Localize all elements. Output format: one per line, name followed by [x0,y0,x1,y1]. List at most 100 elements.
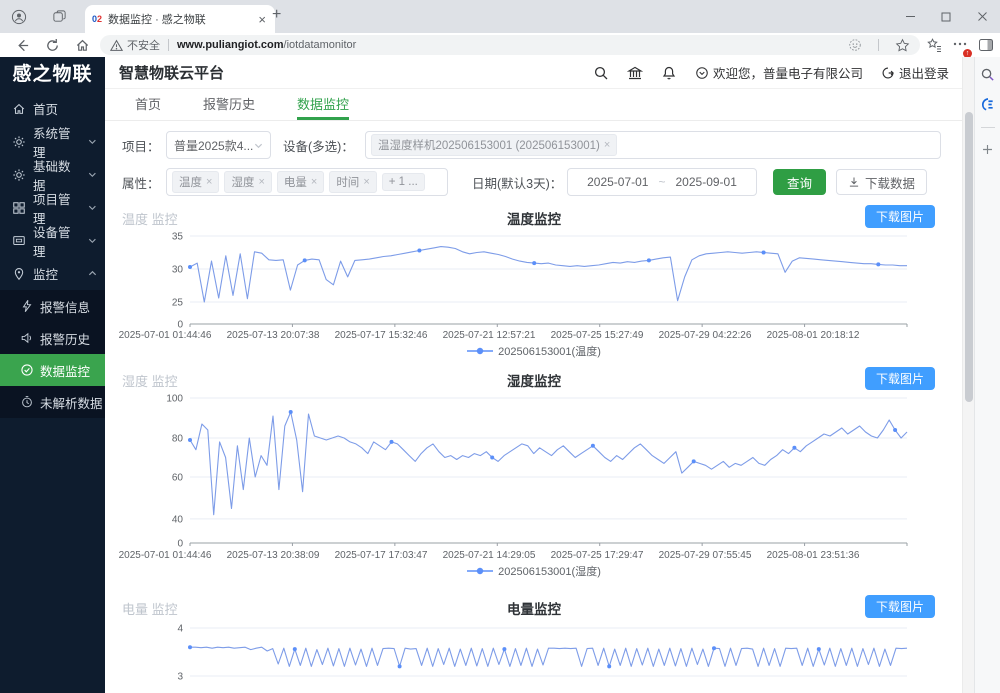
sidebar-item-basic-data[interactable]: 基础数据 [0,158,105,191]
collections-icon[interactable] [926,37,942,53]
x-axis-label: 2025-08-01 23:51:36 [767,550,860,561]
smiley-icon[interactable] [848,38,862,52]
settings-menu-icon[interactable]: ↑ [952,36,968,55]
battery-line-chart: 43 [115,620,960,693]
data-point-marker [607,664,611,668]
favorite-star-icon[interactable] [895,38,910,53]
data-point-marker [762,251,766,255]
rail-app-icon[interactable] [980,97,995,112]
project-label: 项目： [122,136,166,155]
screen: 02 数据监控 · 感之物联 × + 不安全 www.puliangio [0,0,1000,693]
remove-tag-icon[interactable]: × [604,139,610,151]
not-secure-warning[interactable]: 不安全 [110,37,160,53]
logout-button[interactable]: 退出登录 [881,63,949,82]
data-point-marker [893,428,897,432]
sidebar-toggle-icon[interactable] [978,37,994,53]
data-point-marker [532,261,536,265]
refresh-icon[interactable] [42,35,62,55]
sidebar-item-unparsed-data[interactable]: 未解析数据 [0,386,105,418]
home-icon[interactable] [72,35,92,55]
tab-data-monitoring[interactable]: 数据监控 [297,94,349,120]
project-select-value: 普量2025款4... [174,137,253,154]
sidebar-item-alarm-info[interactable]: 报警信息 [0,290,105,322]
chart-line [190,247,907,302]
project-select[interactable]: 普量2025款4... [166,131,271,159]
tab-home[interactable]: 首页 [135,94,161,120]
chevron-down-icon [88,137,97,146]
x-axis-label: 2025-07-13 20:38:09 [227,550,320,561]
window-close-button[interactable] [964,0,1000,33]
welcome-menu[interactable]: 欢迎您，普量电子有限公司 [695,63,863,82]
chevron-down-icon [88,203,97,212]
device-multiselect[interactable]: 温湿度样机202506153001 (202506153001) × [365,131,941,159]
y-tick-label: 35 [172,232,184,243]
divider [168,39,169,51]
remove-tag-icon[interactable]: × [311,176,317,188]
remove-tag-icon[interactable]: × [258,176,264,188]
sidebar-item-monitoring[interactable]: 监控 [0,257,105,290]
attribute-multiselect[interactable]: 温度× 湿度× 电量× 时间× + 1 ... [166,168,448,196]
x-axis-label: 2025-07-21 14:29:05 [443,550,536,561]
sidebar-item-alarm-history[interactable]: 报警历史 [0,322,105,354]
date-end-value: 2025-09-01 [676,175,737,189]
lightning-icon [20,299,34,313]
data-point-marker [591,444,595,448]
remove-tag-icon[interactable]: × [363,176,369,188]
y-tick-label: 4 [177,624,183,635]
x-axis-labels: 2025-07-01 01:44:462025-07-13 20:07:3820… [115,330,953,343]
warning-triangle-icon [110,39,123,52]
clock-icon [20,395,34,409]
download-data-button[interactable]: 下载数据 [836,169,927,195]
sidebar-item-device-management[interactable]: 设备管理 [0,224,105,257]
new-tab-button[interactable]: + [272,6,281,24]
not-secure-label: 不安全 [127,37,160,53]
search-icon[interactable] [593,65,609,81]
chevron-up-icon [88,269,97,278]
chart-line [190,647,907,666]
download-image-button[interactable]: 下载图片 [865,205,935,228]
attribute-more-tag[interactable]: + 1 ... [382,173,425,191]
bell-icon[interactable] [661,65,677,81]
window-maximize-button[interactable] [928,0,964,33]
device-tag: 温湿度样机202506153001 (202506153001) × [371,134,617,156]
sidebar: 感之物联 首页 系统管理 基础数据 项目管理 [0,57,105,693]
date-label: 日期(默认3天)： [472,173,567,192]
browser-tab[interactable]: 02 数据监控 · 感之物联 × [85,5,275,33]
data-point-marker [417,249,421,253]
sidebar-item-project-management[interactable]: 项目管理 [0,191,105,224]
download-image-button[interactable]: 下载图片 [865,367,935,390]
sidebar-item-data-monitoring[interactable]: 数据监控 [0,354,105,386]
rail-add-button[interactable] [981,143,994,156]
y-tick-label: 60 [172,473,184,484]
window-minimize-button[interactable] [892,0,928,33]
bank-icon[interactable] [627,65,643,81]
data-point-marker [390,440,394,444]
date-range-input[interactable]: 2025-07-01 ~ 2025-09-01 [567,168,757,196]
app-header: 智慧物联云平台 欢迎您，普量电子有限公司 退出登录 [105,57,963,89]
app-window: 感之物联 首页 系统管理 基础数据 项目管理 [0,57,1000,693]
sidebar-item-home[interactable]: 首页 [0,92,105,125]
main-content: 智慧物联云平台 欢迎您，普量电子有限公司 退出登录 首页 [105,57,963,693]
y-tick-label: 30 [172,265,184,276]
attribute-tag: 湿度× [224,171,271,193]
chevron-down-icon [88,170,97,179]
data-point-marker [712,646,716,650]
download-image-button[interactable]: 下载图片 [865,595,935,618]
scrollbar-thumb[interactable] [965,112,973,402]
sidebar-item-system-management[interactable]: 系统管理 [0,125,105,158]
query-button[interactable]: 查询 [773,169,826,195]
download-icon [848,176,860,188]
tab-alarm-history[interactable]: 报警历史 [203,94,255,120]
tab-close-icon[interactable]: × [256,12,268,27]
profile-icon[interactable] [6,4,32,30]
address-bar[interactable]: 不安全 www.puliangiot.com/iotdatamonitor [100,35,920,55]
edge-sidebar-rail [974,57,1000,693]
rail-search-icon[interactable] [980,67,995,82]
legend-marker-icon [467,567,493,575]
data-point-marker [817,647,821,651]
chevron-down-icon [254,141,263,150]
pin-icon [12,267,26,281]
remove-tag-icon[interactable]: × [206,176,212,188]
back-icon[interactable] [12,35,32,55]
workspaces-icon[interactable] [46,4,72,30]
